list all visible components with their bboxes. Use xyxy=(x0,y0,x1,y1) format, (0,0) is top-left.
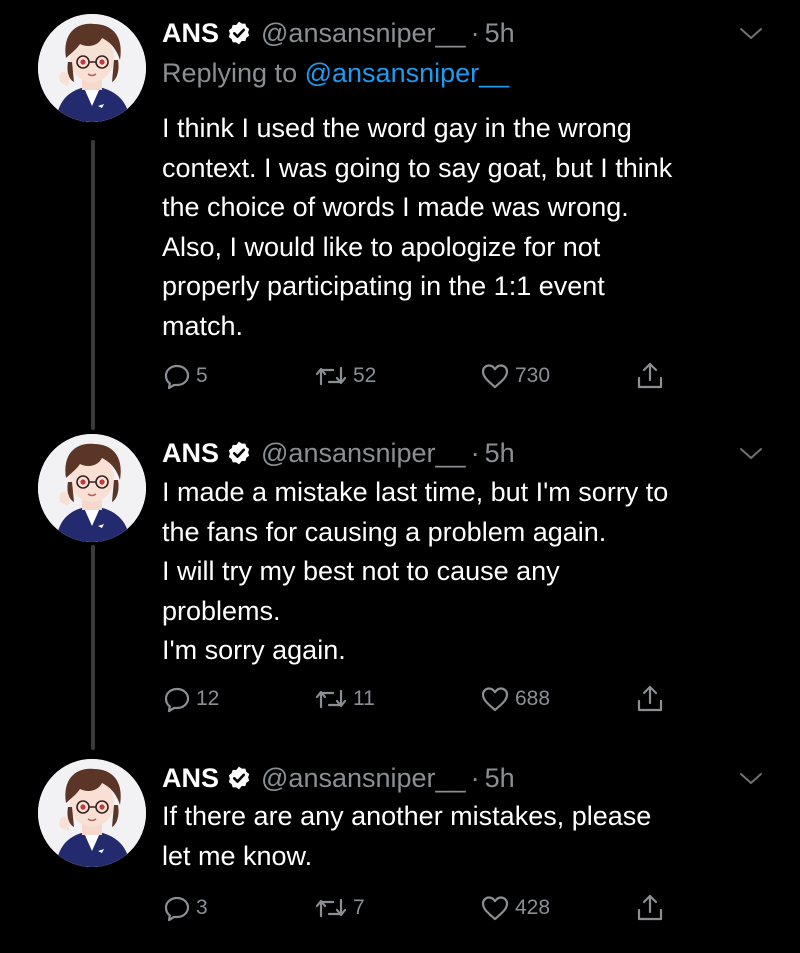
retweet-button[interactable]: 7 xyxy=(314,891,365,925)
heart-icon xyxy=(481,364,509,389)
user-handle[interactable]: @ansansniper__ xyxy=(261,438,466,469)
tweet[interactable]: ANS @ansansniper__ · 5h If there are any… xyxy=(0,745,800,953)
retweet-arrows-icon xyxy=(315,689,347,709)
replying-to-mention[interactable]: @ansansniper__ xyxy=(305,58,510,88)
share-upload-icon xyxy=(637,894,663,921)
chevron-down-icon[interactable] xyxy=(738,771,764,787)
tweet-text-line: Also, I would like to apologize for not xyxy=(162,231,601,262)
reply-button[interactable]: 3 xyxy=(163,891,208,925)
chevron-down-icon[interactable] xyxy=(738,26,764,42)
share-button[interactable] xyxy=(636,359,664,393)
tweet-text: If there are any another mistakes, pleas… xyxy=(162,797,772,876)
reply-count: 12 xyxy=(196,687,220,710)
tweet-text: I made a mistake last time, but I'm sorr… xyxy=(162,473,772,671)
retweet-arrows-icon xyxy=(315,366,347,386)
tweet-header: ANS @ansansniper__ · 5h xyxy=(162,759,515,797)
tweet-text-line: context. I was going to say goat, but I … xyxy=(162,152,673,183)
share-button[interactable] xyxy=(636,891,664,925)
verified-badge-icon xyxy=(228,441,250,465)
separator-dot: · xyxy=(470,17,480,48)
reply-bubble-icon xyxy=(164,364,190,390)
retweet-count: 52 xyxy=(353,364,377,387)
tweet-text-line: I will try my best not to cause any xyxy=(162,556,560,586)
verified-badge-icon xyxy=(228,766,250,790)
tweet-text-line: problems. xyxy=(162,595,281,626)
timestamp[interactable]: 5h xyxy=(485,438,515,469)
share-upload-icon xyxy=(637,362,663,389)
like-button[interactable]: 688 xyxy=(480,682,550,716)
timestamp[interactable]: 5h xyxy=(485,763,515,794)
retweet-button[interactable]: 52 xyxy=(314,359,376,393)
tweet-text-line: properly participating in the 1:1 event xyxy=(162,271,605,301)
reply-count: 5 xyxy=(196,364,208,387)
retweet-button[interactable]: 11 xyxy=(314,682,375,716)
heart-icon xyxy=(481,896,509,921)
tweet-text-line: let me know. xyxy=(162,840,313,871)
display-name[interactable]: ANS xyxy=(162,18,219,49)
avatar[interactable] xyxy=(38,14,146,122)
reply-bubble-icon xyxy=(164,687,190,713)
tweet-text: I think I used the word gay in the wrong… xyxy=(162,109,772,346)
tweet[interactable]: ANS @ansansniper__ · 5h I made a mistake… xyxy=(0,420,800,745)
tweet-text-line: the choice of words I made was wrong. xyxy=(162,192,629,222)
replying-to: Replying to @ansansniper__ xyxy=(162,58,509,89)
tweet-header: ANS @ansansniper__ · 5h xyxy=(162,14,515,52)
tweet-text-line: I'm sorry again. xyxy=(162,635,346,665)
heart-icon xyxy=(481,687,509,712)
tweet-text-line: the fans for causing a problem again. xyxy=(162,516,607,547)
display-name[interactable]: ANS xyxy=(162,763,219,794)
like-button[interactable]: 428 xyxy=(480,891,550,925)
timestamp[interactable]: 5h xyxy=(485,18,515,49)
reply-count: 3 xyxy=(196,896,208,919)
replying-to-label: Replying to xyxy=(162,58,298,88)
tweet-text-line: If there are any another mistakes, pleas… xyxy=(162,801,652,831)
share-upload-icon xyxy=(637,685,663,712)
tweet-text-line: I think I used the word gay in the wrong xyxy=(162,113,632,143)
retweet-arrows-icon xyxy=(315,898,347,918)
display-name[interactable]: ANS xyxy=(162,438,219,469)
reply-bubble-icon xyxy=(164,896,190,922)
avatar[interactable] xyxy=(38,434,146,542)
tweet-actions: 5 52 730 xyxy=(0,359,800,393)
tweet-actions: 12 11 688 xyxy=(0,682,800,716)
user-handle[interactable]: @ansansniper__ xyxy=(261,18,466,49)
separator-dot: · xyxy=(470,437,480,468)
tweet-header: ANS @ansansniper__ · 5h xyxy=(162,434,515,472)
like-count: 688 xyxy=(515,687,551,710)
like-button[interactable]: 730 xyxy=(480,359,550,393)
separator-dot: · xyxy=(470,762,480,793)
like-count: 730 xyxy=(515,364,551,387)
user-handle[interactable]: @ansansniper__ xyxy=(261,763,466,794)
reply-button[interactable]: 5 xyxy=(163,359,208,393)
tweet[interactable]: ANS @ansansniper__ · 5h Replying to @ans… xyxy=(0,0,800,420)
reply-button[interactable]: 12 xyxy=(163,682,219,716)
verified-badge-icon xyxy=(228,21,250,45)
share-button[interactable] xyxy=(636,682,664,716)
tweet-text-line: I made a mistake last time, but I'm sorr… xyxy=(162,477,669,507)
avatar[interactable] xyxy=(38,759,146,867)
tweet-actions: 3 7 428 xyxy=(0,891,800,925)
retweet-count: 11 xyxy=(353,687,375,710)
tweet-text-line: match. xyxy=(162,310,244,341)
retweet-count: 7 xyxy=(353,896,365,919)
chevron-down-icon[interactable] xyxy=(738,446,764,462)
like-count: 428 xyxy=(515,896,551,919)
